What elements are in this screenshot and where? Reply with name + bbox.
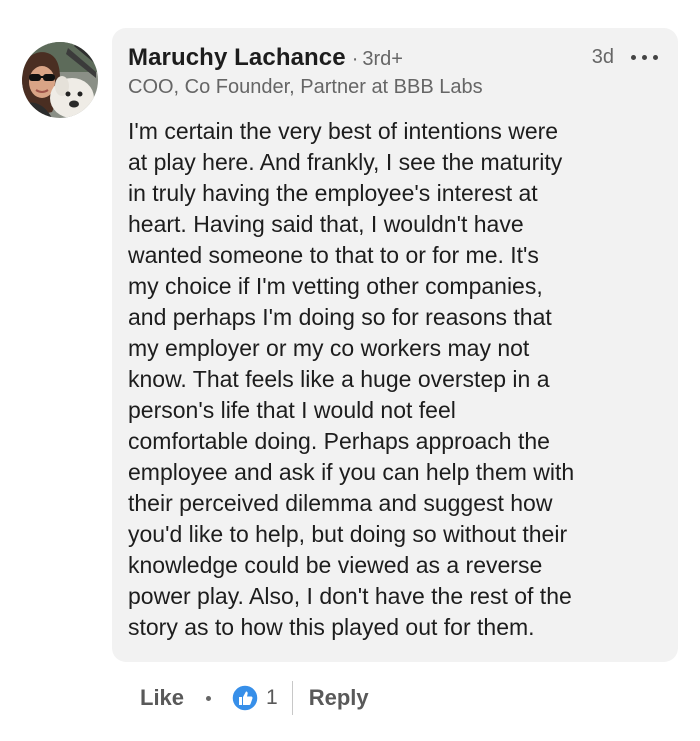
comment-text-line: my employer or my co workers may not bbox=[128, 335, 530, 361]
comment-text-line: knowledge could be viewed as a reverse bbox=[128, 552, 543, 578]
comment-text-line: wanted someone to that to or for me. It'… bbox=[128, 242, 539, 268]
comment-text-line: at play here. And frankly, I see the mat… bbox=[128, 149, 563, 175]
comment-text-line: power play. Also, I don't have the rest … bbox=[128, 583, 572, 609]
comment-text-line: you'd like to help, but doing so without… bbox=[128, 521, 568, 547]
comment-text-line: and perhaps I'm doing so for reasons tha… bbox=[128, 304, 552, 330]
comment-text-line: I'm certain the very best of intentions … bbox=[128, 118, 559, 144]
comment-timestamp: 3d bbox=[591, 46, 614, 68]
author-row: Maruchy Lachance · 3rd+ bbox=[128, 44, 403, 74]
author-avatar[interactable] bbox=[22, 42, 98, 118]
comment-text-line: their perceived dilemma and suggest how bbox=[128, 490, 553, 516]
author-headline: COO, Co Founder, Partner at BBB Labs bbox=[128, 76, 483, 98]
profile-photo-avatar bbox=[22, 42, 98, 118]
comment-actions: Like 1 Reply bbox=[140, 678, 369, 718]
action-separator-dot bbox=[206, 695, 212, 701]
reaction-count[interactable]: 1 bbox=[266, 686, 278, 710]
comment-text-line: person's life that I would not feel bbox=[128, 397, 456, 423]
comment-text-line: in truly having the employee's interest … bbox=[128, 180, 538, 206]
reply-button[interactable]: Reply bbox=[309, 685, 369, 711]
like-thumbs-up-icon[interactable] bbox=[231, 684, 259, 712]
comment: Maruchy Lachance · 3rd+ COO, Co Founder, P… bbox=[0, 0, 700, 741]
author-name[interactable]: Maruchy Lachance bbox=[128, 44, 346, 71]
more-options-button[interactable] bbox=[630, 50, 660, 64]
actions-divider bbox=[291, 681, 293, 715]
comment-text-line: heart. Having said that, I wouldn't have bbox=[128, 211, 524, 237]
comment-text-line: story as to how this played out for them… bbox=[128, 614, 535, 640]
comment-text-line: comfortable doing. Perhaps approach the bbox=[128, 428, 550, 454]
comment-text-line: know. That feels like a huge overstep in… bbox=[128, 366, 550, 392]
degree-separator: · bbox=[351, 48, 359, 70]
comment-text-line: employee and ask if you can help them wi… bbox=[128, 459, 575, 485]
comment-bubble: Maruchy Lachance · 3rd+ COO, Co Founder, P… bbox=[112, 28, 678, 662]
comment-text-line: my choice if I'm vetting other companies… bbox=[128, 273, 543, 299]
connection-degree: 3rd+ bbox=[362, 48, 403, 70]
like-button[interactable]: Like bbox=[140, 685, 184, 711]
comment-text: I'm certain the very best of intentions … bbox=[128, 116, 668, 643]
